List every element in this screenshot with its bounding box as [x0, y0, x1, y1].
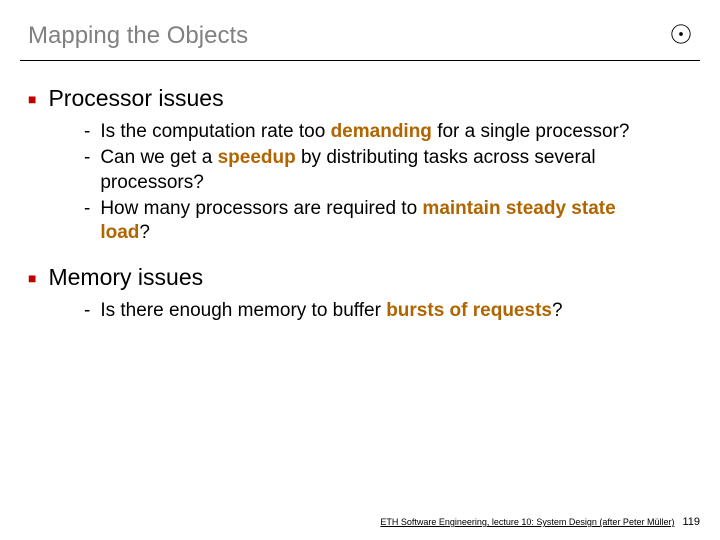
- slide-content: ■ Processor issues - Is the computation …: [0, 85, 720, 323]
- bullet-icon: ■: [28, 92, 36, 106]
- bullet-icon: ■: [28, 271, 36, 285]
- divider: [20, 60, 700, 61]
- list-item: - How many processors are required to ma…: [84, 197, 692, 246]
- page-number: 119: [682, 516, 700, 528]
- section-heading: Memory issues: [48, 264, 203, 291]
- footer-text: ETH Software Engineering, lecture 10: Sy…: [380, 517, 674, 527]
- page-title: Mapping the Objects: [28, 22, 248, 50]
- list-item: - Can we get a speedup by distributing t…: [84, 146, 692, 195]
- logo-icon: [670, 23, 692, 50]
- list-item: - Is the computation rate too demanding …: [84, 120, 692, 144]
- list-item: - Is there enough memory to buffer burst…: [84, 299, 692, 323]
- section-heading: Processor issues: [48, 85, 223, 112]
